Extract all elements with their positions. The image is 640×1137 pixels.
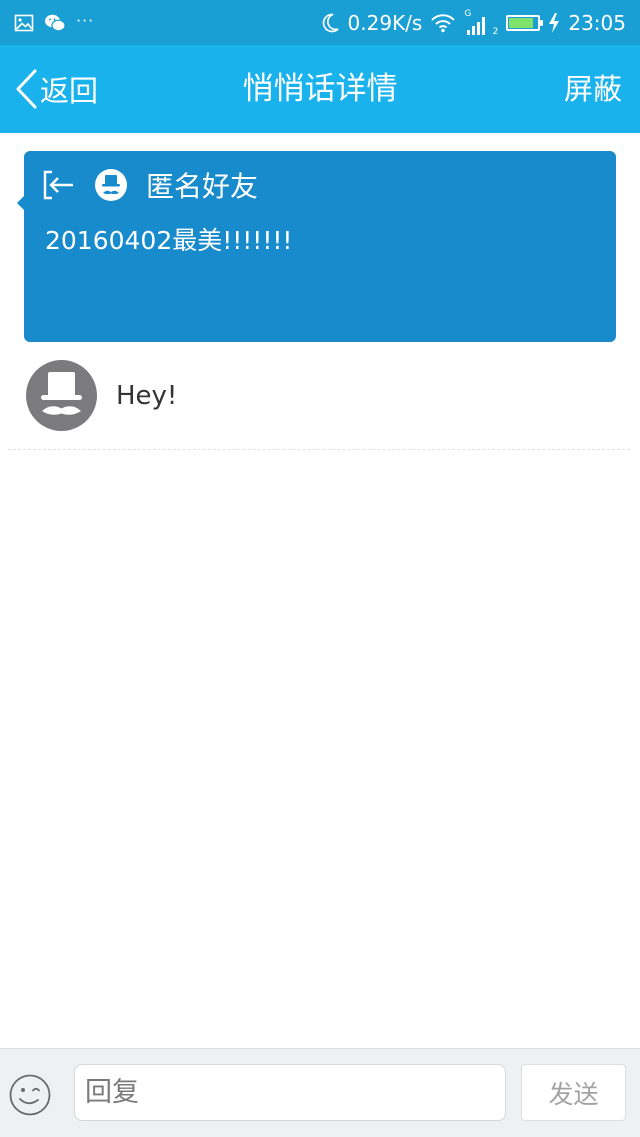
reply-text: Hey! bbox=[116, 381, 178, 411]
block-button[interactable]: 屏蔽 bbox=[564, 65, 622, 113]
reply-item: Hey! bbox=[0, 352, 640, 450]
status-notifications: ··· bbox=[14, 10, 94, 36]
status-bar: ··· 0.29K/s G 2 23:05 bbox=[0, 0, 640, 45]
anonymous-avatar-icon bbox=[94, 168, 128, 202]
more-icon: ··· bbox=[76, 10, 95, 30]
send-button[interactable]: 发送 bbox=[521, 1064, 626, 1121]
signal-icon: G 2 bbox=[464, 9, 498, 37]
moon-icon bbox=[320, 12, 340, 34]
reply-input[interactable] bbox=[74, 1064, 506, 1121]
nav-bar: 返回 悄悄话详情 屏蔽 bbox=[0, 45, 640, 133]
smiley-icon bbox=[9, 1074, 51, 1116]
message-header: 匿名好友 bbox=[42, 167, 258, 203]
image-icon bbox=[14, 13, 34, 33]
status-indicators: 0.29K/s G 2 23:05 bbox=[320, 6, 626, 40]
charging-icon bbox=[548, 12, 560, 34]
exit-arrow-icon[interactable] bbox=[42, 169, 76, 201]
battery-level bbox=[509, 18, 534, 28]
input-bar: 发送 bbox=[0, 1048, 640, 1137]
status-time: 23:05 bbox=[568, 11, 626, 35]
network-speed: 0.29K/s bbox=[347, 11, 423, 35]
emoji-button[interactable] bbox=[8, 1073, 52, 1117]
page-title: 悄悄话详情 bbox=[242, 71, 398, 107]
sim-slot-label: 2 bbox=[492, 27, 499, 37]
divider bbox=[8, 449, 630, 450]
wifi-icon bbox=[430, 13, 456, 33]
message-content: 20160402最美!!!!!!! bbox=[45, 226, 293, 255]
battery-icon bbox=[506, 15, 544, 31]
sender-name: 匿名好友 bbox=[146, 170, 259, 203]
wechat-icon bbox=[44, 13, 66, 33]
anonymous-hat-icon bbox=[41, 372, 82, 415]
message-card: 匿名好友 20160402最美!!!!!!! bbox=[17, 151, 616, 342]
avatar[interactable] bbox=[26, 360, 97, 431]
